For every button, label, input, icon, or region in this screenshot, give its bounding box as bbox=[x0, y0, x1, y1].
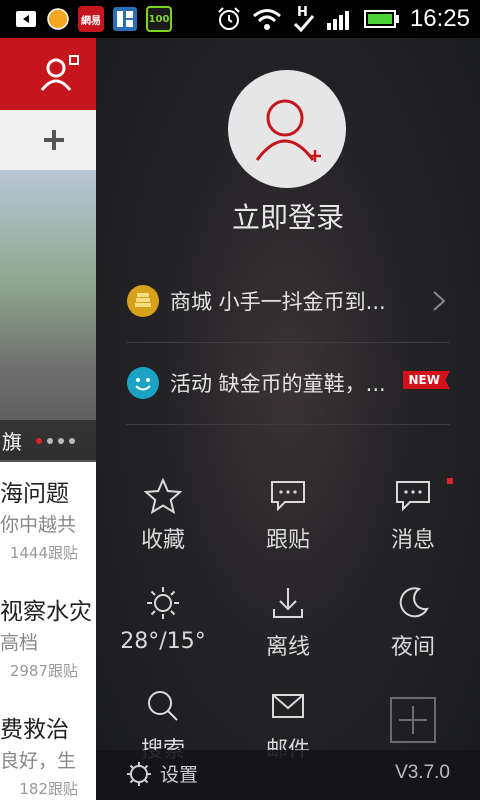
100-app-icon: 100 bbox=[146, 6, 172, 32]
login-link[interactable]: 立即登录 bbox=[96, 196, 480, 236]
star-icon bbox=[144, 478, 182, 514]
smiley-icon bbox=[127, 367, 159, 399]
user-icon[interactable] bbox=[40, 54, 80, 94]
add-channel-icon[interactable] bbox=[42, 128, 66, 152]
messages-button[interactable]: 消息 bbox=[363, 478, 463, 554]
favorites-button[interactable]: 收藏 bbox=[113, 478, 213, 554]
settings-label: 设置 bbox=[160, 764, 199, 786]
carousel-dot bbox=[47, 438, 53, 444]
svg-text:H: H bbox=[297, 5, 308, 20]
news-subtitle: 你中越共 bbox=[0, 514, 77, 536]
clock: 16:25 bbox=[409, 5, 470, 32]
unread-dot bbox=[447, 478, 453, 484]
carousel-dot bbox=[58, 438, 64, 444]
netease-icon: 網易 bbox=[78, 6, 104, 32]
download-icon bbox=[273, 588, 303, 618]
divider bbox=[126, 424, 450, 425]
promo-mall[interactable]: 商城 小手一抖金币到... bbox=[126, 260, 450, 342]
gear-icon bbox=[127, 761, 151, 786]
add-shortcut-button[interactable] bbox=[363, 696, 463, 744]
news-item[interactable]: 费救治 良好，生 182跟贴 bbox=[0, 698, 96, 800]
app-header bbox=[0, 38, 96, 110]
orange-circle-icon bbox=[47, 8, 69, 30]
data-h-icon: H bbox=[293, 5, 315, 33]
news-subtitle: 良好，生 bbox=[0, 750, 77, 772]
offline-label: 离线 bbox=[265, 635, 310, 660]
night-mode-label: 夜间 bbox=[390, 635, 435, 660]
promo-activity-text: 活动 缺金币的童鞋，... bbox=[170, 372, 386, 396]
search-icon bbox=[148, 691, 178, 721]
weather-button[interactable]: 28°/15° bbox=[113, 585, 213, 654]
carousel-dot bbox=[36, 438, 42, 444]
message-icon bbox=[396, 481, 430, 512]
news-title: 海问题 bbox=[0, 481, 69, 507]
comment-count: 1444跟贴 bbox=[9, 544, 78, 562]
mail-icon bbox=[272, 694, 304, 718]
back-icon bbox=[16, 11, 36, 27]
news-item[interactable]: 海问题 你中越共 1444跟贴 bbox=[0, 462, 96, 581]
chevron-right-icon bbox=[433, 291, 446, 311]
news-title: 费救治 bbox=[0, 717, 69, 743]
favorites-label: 收藏 bbox=[140, 528, 185, 553]
promo-mall-text: 商城 小手一抖金币到... bbox=[170, 290, 386, 314]
night-mode-button[interactable]: 夜间 bbox=[363, 585, 463, 661]
comment-count: 2987跟贴 bbox=[9, 662, 78, 680]
battery-icon bbox=[363, 10, 399, 28]
carousel-dots bbox=[36, 438, 75, 444]
offline-button[interactable]: 离线 bbox=[238, 585, 338, 661]
add-user-icon bbox=[255, 99, 321, 162]
news-title: 视察水灾 bbox=[0, 599, 92, 625]
status-bar: 網易 100 H 16:25 bbox=[0, 0, 480, 38]
drawer-footer: 设置 V3.7.0 bbox=[96, 750, 480, 800]
weather-label: 28°/15° bbox=[120, 629, 206, 654]
messages-label: 消息 bbox=[390, 528, 435, 553]
settings-button[interactable]: 设置 bbox=[126, 760, 198, 787]
comments-label: 跟贴 bbox=[265, 528, 310, 553]
gold-coins-icon bbox=[127, 285, 159, 317]
comment-icon bbox=[271, 481, 305, 512]
comment-count: 182跟贴 bbox=[19, 780, 78, 798]
background-news-app: 旗 海问题 你中越共 1444跟贴 视察水灾 高档 2987跟贴 费救治 良好，… bbox=[0, 38, 96, 800]
promo-activity[interactable]: 活动 缺金币的童鞋，... NEW bbox=[126, 342, 450, 424]
sun-icon bbox=[147, 587, 179, 619]
channel-tabs bbox=[0, 110, 96, 171]
film-icon bbox=[113, 7, 137, 31]
new-badge: NEW bbox=[402, 371, 450, 389]
comments-button[interactable]: 跟贴 bbox=[238, 478, 338, 554]
news-item[interactable]: 视察水灾 高档 2987跟贴 bbox=[0, 580, 96, 699]
alarm-icon bbox=[218, 7, 240, 30]
version-label: V3.7.0 bbox=[395, 762, 450, 783]
login-avatar-button[interactable] bbox=[228, 70, 346, 188]
carousel-dot bbox=[69, 438, 75, 444]
wifi-icon bbox=[252, 9, 281, 30]
news-subtitle: 高档 bbox=[0, 632, 39, 654]
user-drawer: 立即登录 商城 小手一抖金币到... 活动 缺金币的童鞋，... NEW 收藏 … bbox=[96, 38, 480, 800]
add-icon bbox=[390, 697, 436, 743]
moon-icon bbox=[399, 587, 429, 618]
signal-icon bbox=[326, 11, 349, 30]
